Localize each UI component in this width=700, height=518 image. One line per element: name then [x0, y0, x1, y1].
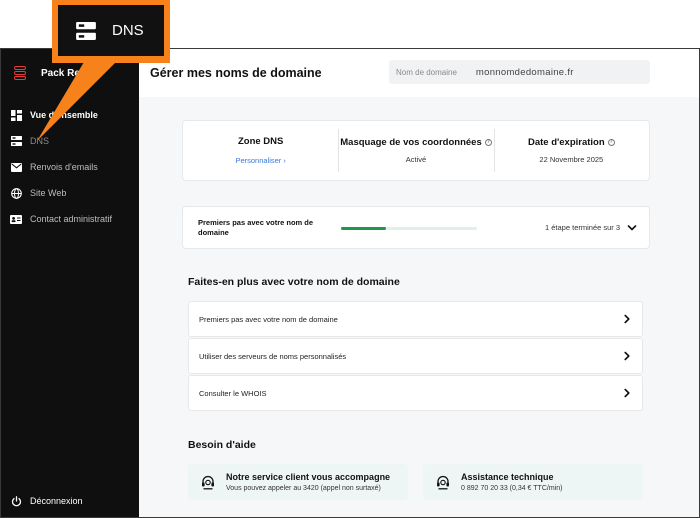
masking-title: Masquage de vos coordonnées? — [340, 137, 492, 148]
progress-status: 1 étape terminée sur 3 — [545, 223, 621, 232]
technical-support-phone: 0 892 70 20 33 (0,34 € TTC/min) — [461, 485, 563, 492]
customize-dns-label: Personnaliser — [235, 156, 282, 165]
masking-status: Activé — [405, 155, 427, 164]
customer-service-phone: Vous pouvez appeler au 3420 (appel non s… — [226, 485, 381, 492]
progress-bar-fill — [341, 227, 387, 230]
customize-dns-link[interactable]: Personnaliser › — [235, 156, 285, 165]
callout-label: DNS — [112, 22, 144, 39]
customer-service-title: Notre service client vous accompagne — [226, 472, 391, 482]
list-item[interactable]: Utiliser des serveurs de noms personnali… — [188, 338, 643, 374]
dns-callout: DNS — [52, 0, 170, 63]
power-icon — [10, 495, 22, 507]
sidebar-item-label: Contact administratif — [30, 214, 113, 224]
list-item-label: Consulter le WHOIS — [199, 388, 267, 398]
sidebar-item-dns[interactable]: DNS — [1, 128, 139, 154]
masking-column: Masquage de vos coordonnées? Activé — [338, 121, 493, 180]
expiration-title: Date d'expiration? — [527, 137, 615, 148]
customer-service-card[interactable]: Notre service client vous accompagne Vou… — [188, 464, 408, 500]
mail-icon — [10, 161, 22, 173]
brand-name: Pack Re — [41, 67, 80, 79]
app-window: Pack Re Vue d'ensemble DNS Renvois d'ema… — [0, 48, 700, 518]
headset-icon — [437, 475, 449, 490]
technical-support-text: Assistance technique 0 892 70 20 33 (0,3… — [461, 472, 562, 492]
info-icon[interactable]: ? — [484, 138, 492, 146]
page-title: Gérer mes noms de domaine — [150, 66, 322, 80]
domain-value: monnomdedomaine.fr — [475, 66, 574, 78]
main-content: Gérer mes noms de domaine Nom de domaine… — [139, 49, 699, 517]
progress-bar — [341, 227, 477, 230]
logout-button[interactable]: Déconnexion — [10, 495, 83, 507]
sidebar-item-label: Site Web — [30, 188, 67, 198]
chevron-right-icon — [624, 351, 630, 361]
callout-inner: DNS — [58, 5, 164, 56]
sidebar-item-label: Renvois d'emails — [30, 162, 98, 172]
server-icon — [10, 135, 22, 147]
database-icon — [14, 66, 26, 80]
chevron-right-icon: › — [283, 156, 286, 165]
technical-support-title: Assistance technique — [461, 472, 554, 482]
sidebar-item-label: DNS — [30, 136, 50, 146]
sidebar-item-overview[interactable]: Vue d'ensemble — [1, 102, 139, 128]
id-card-icon — [10, 213, 22, 225]
info-icon[interactable]: ? — [607, 138, 615, 146]
more-actions-list: Premiers pas avec votre nom de domaine U… — [188, 301, 643, 412]
dns-zone-column: Zone DNS Personnaliser › — [183, 121, 338, 180]
chevron-right-icon — [624, 314, 630, 324]
sidebar-item-website[interactable]: Site Web — [1, 180, 139, 206]
dashboard-icon — [10, 109, 22, 121]
technical-support-card[interactable]: Assistance technique 0 892 70 20 33 (0,3… — [423, 464, 643, 500]
expiration-date: 22 Novembre 2025 — [539, 155, 604, 164]
chevron-right-icon — [624, 388, 630, 398]
list-item-label: Premiers pas avec votre nom de domaine — [199, 314, 338, 324]
help-section-title: Besoin d'aide — [188, 439, 256, 451]
sidebar-nav: Vue d'ensemble DNS Renvois d'emails Site… — [1, 102, 139, 232]
domain-label: Nom de domaine — [396, 67, 457, 77]
customer-service-text: Notre service client vous accompagne Vou… — [226, 472, 390, 492]
dns-zone-title: Zone DNS — [237, 136, 284, 147]
header: Gérer mes noms de domaine Nom de domaine… — [139, 49, 699, 97]
sidebar-item-email-forwarding[interactable]: Renvois d'emails — [1, 154, 139, 180]
sidebar-item-label: Vue d'ensemble — [30, 110, 98, 120]
list-item-label: Utiliser des serveurs de noms personnali… — [199, 351, 347, 361]
more-section-title: Faites-en plus avec votre nom de domaine — [188, 276, 400, 288]
logout-label: Déconnexion — [30, 496, 83, 506]
expiration-column: Date d'expiration? 22 Novembre 2025 — [493, 121, 649, 180]
headset-icon — [202, 475, 214, 490]
progress-title: Premiers pas avec votre nom de domaine — [198, 218, 314, 237]
sidebar: Pack Re Vue d'ensemble DNS Renvois d'ema… — [1, 49, 139, 517]
chevron-down-icon[interactable] — [626, 222, 638, 234]
onboarding-progress-card[interactable]: Premiers pas avec votre nom de domaine 1… — [182, 206, 650, 249]
globe-icon — [10, 187, 22, 199]
domain-info-card: Zone DNS Personnaliser › Masquage de vos… — [182, 120, 650, 181]
sidebar-item-admin-contact[interactable]: Contact administratif — [1, 206, 139, 232]
brand[interactable]: Pack Re — [14, 65, 80, 81]
server-icon — [76, 21, 96, 40]
list-item[interactable]: Premiers pas avec votre nom de domaine — [188, 301, 643, 337]
domain-selector[interactable]: Nom de domaine monnomdedomaine.fr — [389, 60, 650, 84]
list-item[interactable]: Consulter le WHOIS — [188, 375, 643, 411]
